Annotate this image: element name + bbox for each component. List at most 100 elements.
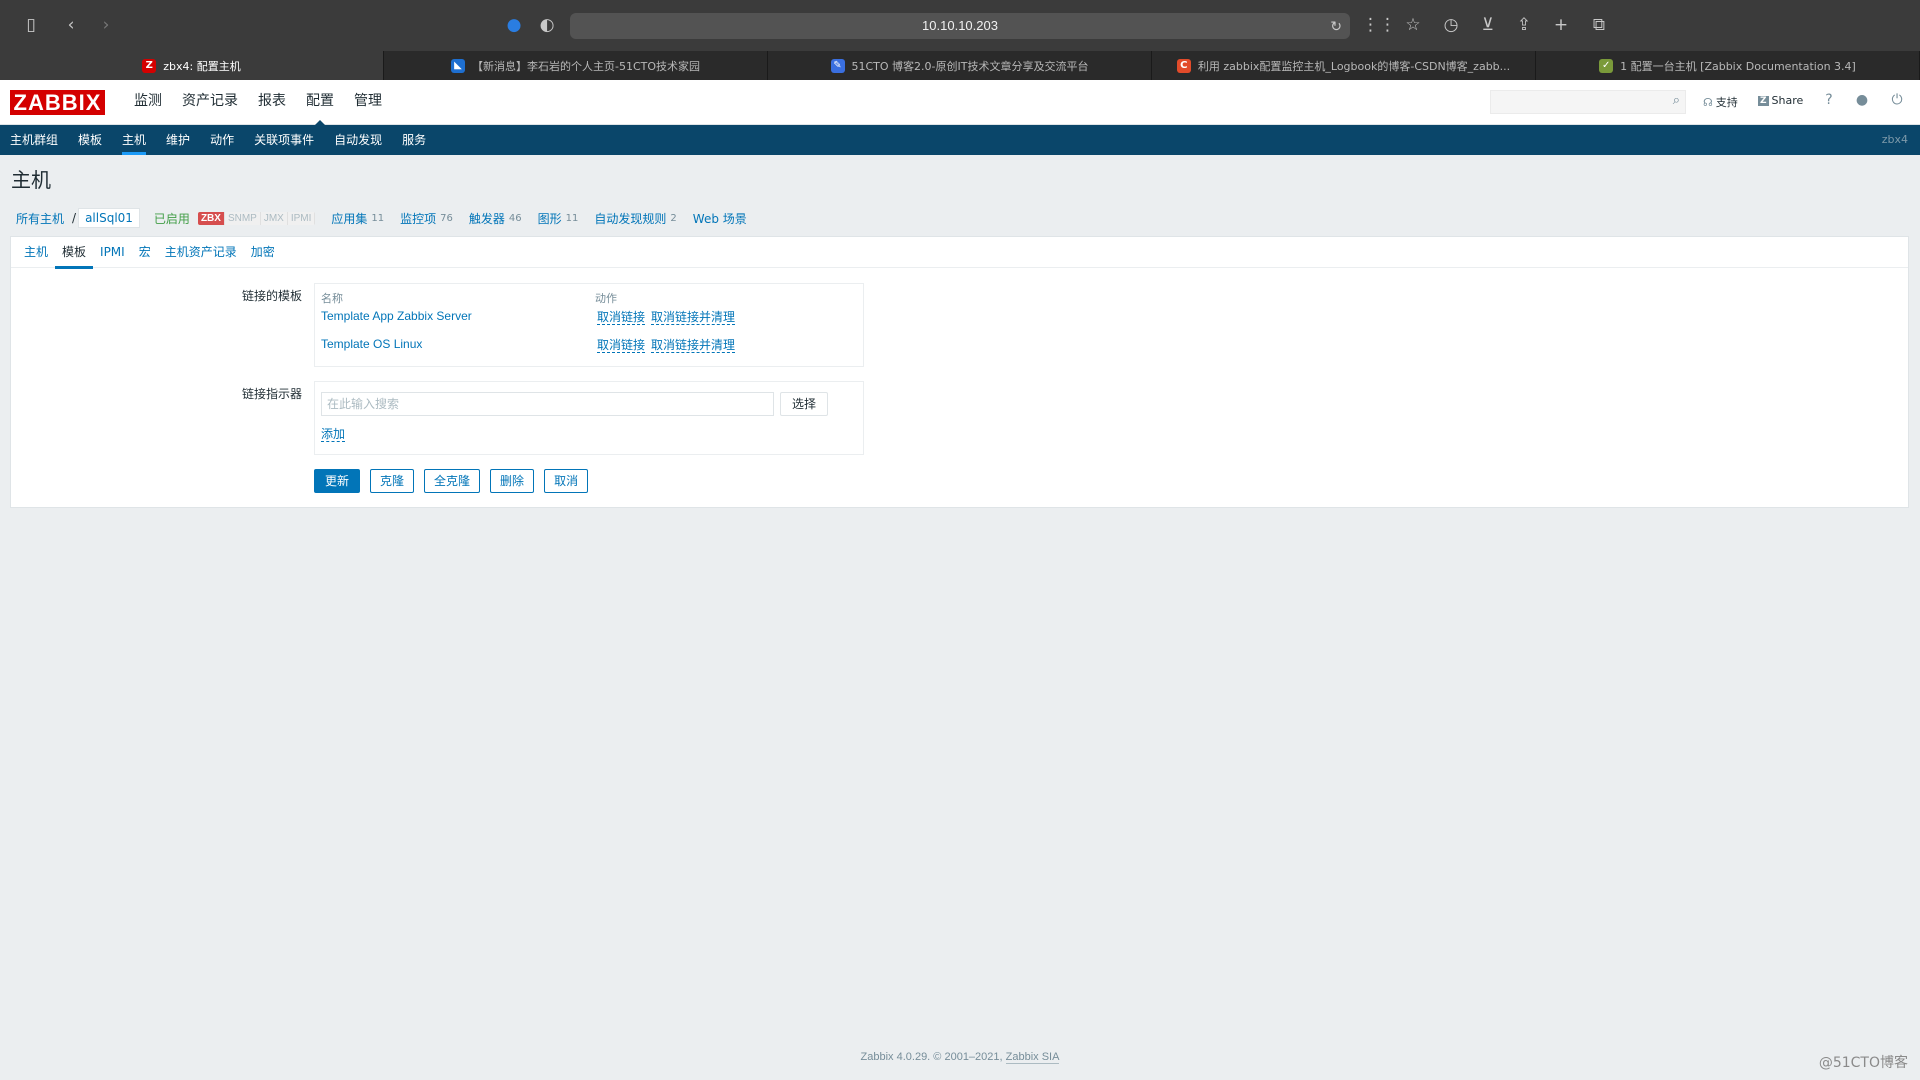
- share-logo-icon: Z: [1758, 95, 1769, 106]
- submenu-hosts[interactable]: 主机: [112, 125, 156, 155]
- clone-button[interactable]: 克隆: [370, 469, 415, 493]
- unlink-and-clear-button[interactable]: 取消链接并清理: [651, 310, 736, 325]
- add-link[interactable]: 添加: [321, 427, 346, 442]
- availability-indicators: ZBX SNMP JMX IPMI: [197, 211, 316, 225]
- breadcrumb-separator: /: [72, 211, 77, 225]
- tab-label: 51CTO 博客2.0-原创IT技术文章分享及交流平台: [851, 59, 1089, 73]
- menu-monitoring[interactable]: 监测: [124, 80, 172, 125]
- menu-inventory[interactable]: 资产记录: [172, 80, 248, 125]
- current-host-link[interactable]: allSql01: [78, 208, 140, 228]
- help-icon[interactable]: ?: [1820, 92, 1838, 108]
- host-status-enabled[interactable]: 已启用: [140, 210, 198, 227]
- all-hosts-link[interactable]: 所有主机: [10, 210, 70, 227]
- shield-icon[interactable]: ◐: [535, 15, 559, 35]
- url-text: 10.10.10.203: [922, 18, 998, 33]
- cancel-button[interactable]: 取消: [544, 469, 589, 493]
- new-tab-icon[interactable]: +: [1549, 15, 1573, 35]
- menu-administration[interactable]: 管理: [344, 80, 392, 125]
- delete-button[interactable]: 删除: [490, 469, 535, 493]
- link-indicator-label: 链接指示器: [241, 387, 302, 401]
- column-header-action: 动作: [595, 292, 617, 305]
- share-link[interactable]: Z Share: [1758, 94, 1803, 107]
- tab-label: 【新消息】李石岩的个人主页-51CTO技术家园: [471, 59, 701, 73]
- back-icon[interactable]: ‹: [59, 15, 83, 35]
- 51cto-favicon-icon: ◣: [450, 58, 465, 73]
- share-icon[interactable]: ⇪: [1512, 15, 1536, 35]
- template-name-link[interactable]: Template App Zabbix Server: [321, 309, 472, 323]
- applications-link[interactable]: 应用集: [323, 210, 367, 227]
- items-link[interactable]: 监控项: [392, 210, 436, 227]
- form-buttons: 更新 克隆 全克隆 删除 取消: [314, 469, 589, 493]
- zabbix-sia-link[interactable]: Zabbix SIA: [1005, 1051, 1060, 1064]
- download-icon[interactable]: ⊻: [1476, 15, 1500, 35]
- triggers-link[interactable]: 触发器: [461, 210, 505, 227]
- discovery-rules-link[interactable]: 自动发现规则: [586, 210, 666, 227]
- full-clone-button[interactable]: 全克隆: [424, 469, 481, 493]
- server-name: zbx4: [1881, 133, 1908, 146]
- web-scenarios-link[interactable]: Web 场景: [685, 210, 747, 227]
- template-search-input[interactable]: 在此输入搜索: [321, 392, 774, 416]
- zabbix-header: ZABBIX 监测 资产记录 报表 配置 管理 ⌕ ☊ 支持 Z Share ?…: [0, 80, 1920, 126]
- select-button[interactable]: 选择: [780, 392, 828, 416]
- submenu-templates[interactable]: 模板: [68, 125, 112, 155]
- linked-templates-table: 名称 动作 Template App Zabbix Server 取消链接 取消…: [314, 283, 864, 367]
- applications-count: 11: [371, 212, 385, 224]
- ipmi-availability-badge: IPMI: [287, 211, 316, 225]
- sign-out-icon[interactable]: ⏻: [1888, 92, 1906, 108]
- items-count: 76: [440, 212, 453, 224]
- submenu-discovery[interactable]: 自动发现: [324, 125, 392, 155]
- tab-ipmi[interactable]: IPMI: [93, 237, 132, 268]
- tab-encryption[interactable]: 加密: [244, 237, 282, 268]
- graphs-link[interactable]: 图形: [530, 210, 562, 227]
- submenu-host-groups[interactable]: 主机群组: [0, 125, 68, 155]
- form-tabs: 主机 模板 IPMI 宏 主机资产记录 加密: [11, 237, 1908, 269]
- sub-menu: 主机群组 模板 主机 维护 动作 关联项事件 自动发现 服务 zbx4: [0, 125, 1920, 155]
- discovery-rules-count: 2: [670, 212, 677, 224]
- tab-host[interactable]: 主机: [17, 237, 55, 268]
- forward-icon[interactable]: ›: [94, 15, 118, 35]
- browser-tab-csdn[interactable]: C 利用 zabbix配置监控主机_Logbook的博客-CSDN博客_zabb…: [1152, 51, 1536, 80]
- unlink-button[interactable]: 取消链接: [597, 310, 646, 325]
- browser-tab-51cto-blog[interactable]: ✎ 51CTO 博客2.0-原创IT技术文章分享及交流平台: [768, 51, 1152, 80]
- template-name-link[interactable]: Template OS Linux: [321, 337, 422, 351]
- zabbix-logo[interactable]: ZABBIX: [10, 90, 105, 115]
- support-label: 支持: [1715, 96, 1738, 109]
- blog-favicon-icon: ✎: [830, 58, 845, 73]
- graphs-count: 11: [565, 212, 579, 224]
- link-new-templates-box: 在此输入搜索 选择 添加: [314, 381, 864, 455]
- docs-favicon-icon: ✓: [1599, 58, 1614, 73]
- tab-inventory[interactable]: 主机资产记录: [158, 237, 244, 268]
- menu-configuration[interactable]: 配置: [296, 80, 344, 126]
- submenu-maintenance[interactable]: 维护: [156, 125, 200, 155]
- submenu-event-correlation[interactable]: 关联项事件: [244, 125, 324, 155]
- address-bar[interactable]: 10.10.10.203 ↻: [570, 13, 1350, 39]
- browser-tab-51cto-home[interactable]: ◣ 【新消息】李石岩的个人主页-51CTO技术家园: [384, 51, 768, 80]
- tab-label: 利用 zabbix配置监控主机_Logbook的博客-CSDN博客_zabb..…: [1197, 59, 1511, 73]
- tab-macros[interactable]: 宏: [132, 237, 158, 268]
- history-icon[interactable]: ◷: [1439, 15, 1463, 35]
- browser-tabbar: Z zbx4: 配置主机 ◣ 【新消息】李石岩的个人主页-51CTO技术家园 ✎…: [0, 51, 1920, 80]
- user-profile-icon[interactable]: ●: [1853, 92, 1871, 108]
- grid-icon[interactable]: ⋮⋮: [1362, 15, 1396, 35]
- support-link[interactable]: ☊ 支持: [1703, 94, 1738, 110]
- browser-tab-zabbix-docs[interactable]: ✓ 1 配置一台主机 [Zabbix Documentation 3.4]: [1536, 51, 1920, 80]
- tabs-overview-icon[interactable]: ⧉: [1587, 15, 1611, 35]
- submenu-actions[interactable]: 动作: [200, 125, 244, 155]
- search-icon[interactable]: ⌕: [1673, 93, 1680, 108]
- browser-tab-zbx4[interactable]: Z zbx4: 配置主机: [0, 51, 384, 80]
- unlink-button[interactable]: 取消链接: [597, 338, 646, 353]
- submenu-services[interactable]: 服务: [392, 125, 436, 155]
- reload-icon[interactable]: ↻: [1330, 13, 1342, 39]
- unlink-and-clear-button[interactable]: 取消链接并清理: [651, 338, 736, 353]
- footer-text: Zabbix 4.0.29. © 2001–2021,: [860, 1051, 1006, 1063]
- zbx-availability-badge: ZBX: [197, 211, 225, 225]
- update-button[interactable]: 更新: [314, 469, 361, 493]
- extension-icon[interactable]: ●: [502, 15, 526, 35]
- tab-templates[interactable]: 模板: [55, 237, 94, 269]
- headset-icon: ☊: [1703, 95, 1713, 109]
- menu-reports[interactable]: 报表: [248, 80, 296, 125]
- host-navigation: 所有主机 / allSql01 已启用 ZBX SNMP JMX IPMI 应用…: [10, 207, 747, 229]
- global-search-input[interactable]: ⌕: [1490, 90, 1686, 114]
- sidebar-toggle-icon[interactable]: ▯: [19, 15, 43, 35]
- star-icon[interactable]: ☆: [1401, 15, 1425, 35]
